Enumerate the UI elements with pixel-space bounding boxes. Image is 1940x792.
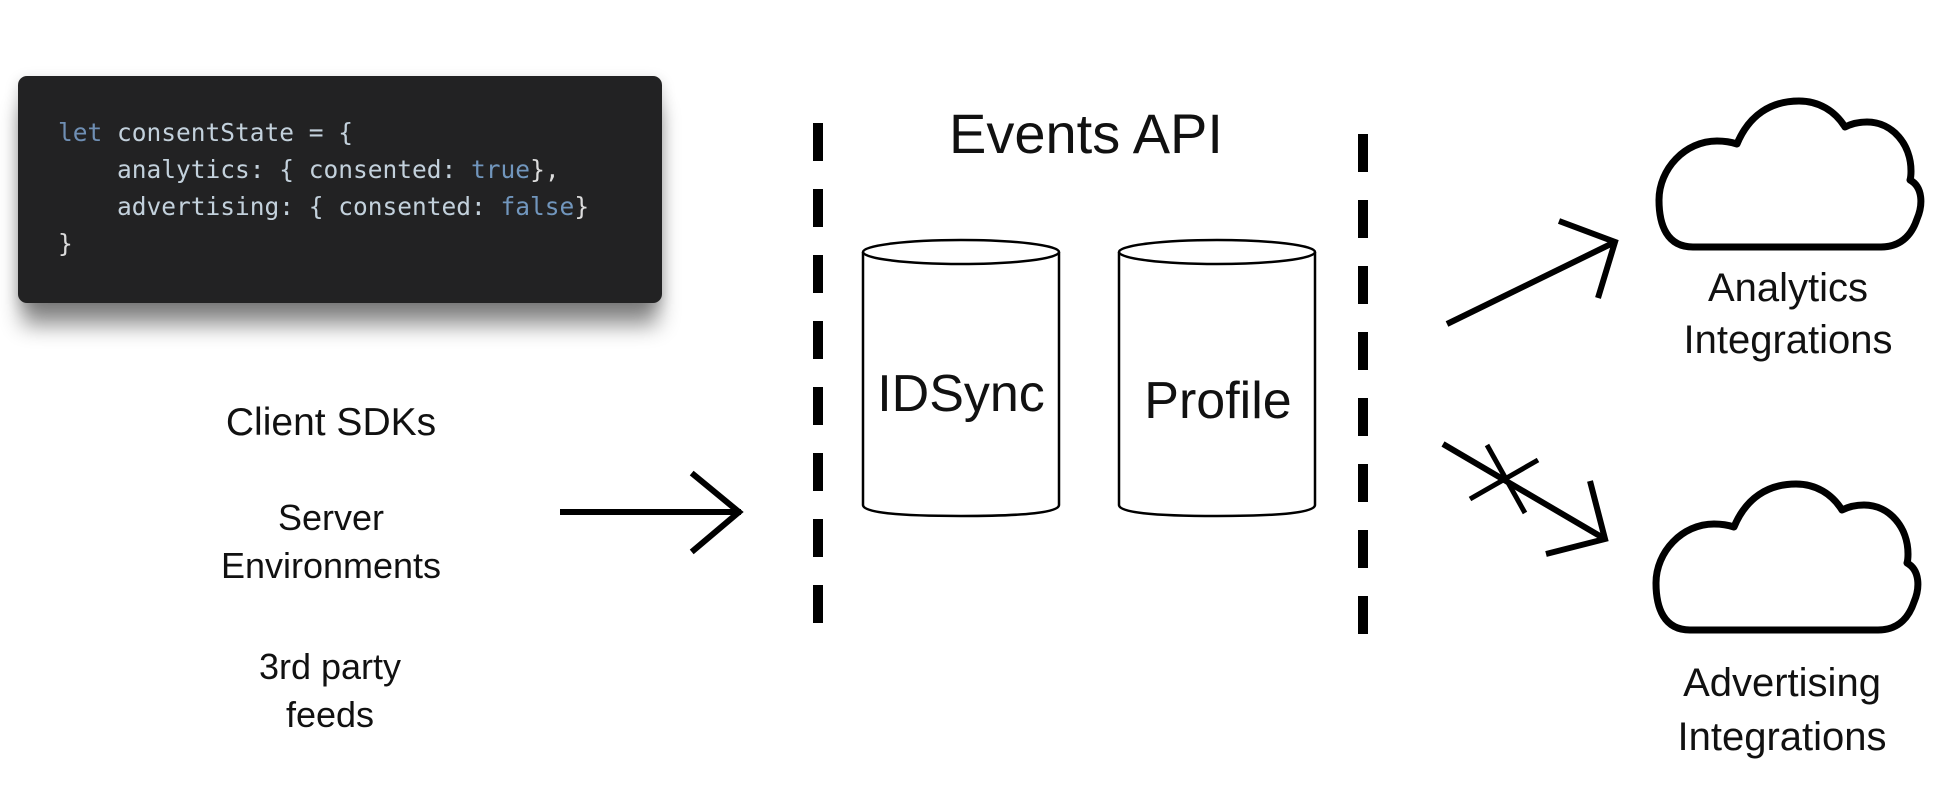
blocked-cross-icon — [1468, 443, 1540, 515]
advertising-cloud-icon — [1652, 480, 1922, 634]
inbound-arrow-icon — [560, 470, 744, 555]
label-line: Integrations — [1677, 715, 1887, 759]
label-line: Advertising — [1683, 661, 1881, 705]
analytics-flow-arrow-icon — [1445, 218, 1619, 327]
label-line: Analytics — [1707, 266, 1869, 310]
analytics-integrations-label: Analytics Integrations — [1683, 262, 1892, 366]
profile-label: Profile — [1144, 372, 1292, 430]
advertising-flow-arrow-icon — [1441, 441, 1609, 557]
advertising-integrations-label: Advertising Integrations — [1677, 656, 1886, 764]
label-line: Integrations — [1683, 318, 1893, 362]
analytics-cloud-icon — [1655, 97, 1925, 251]
idsync-label: IDSync — [877, 365, 1045, 423]
